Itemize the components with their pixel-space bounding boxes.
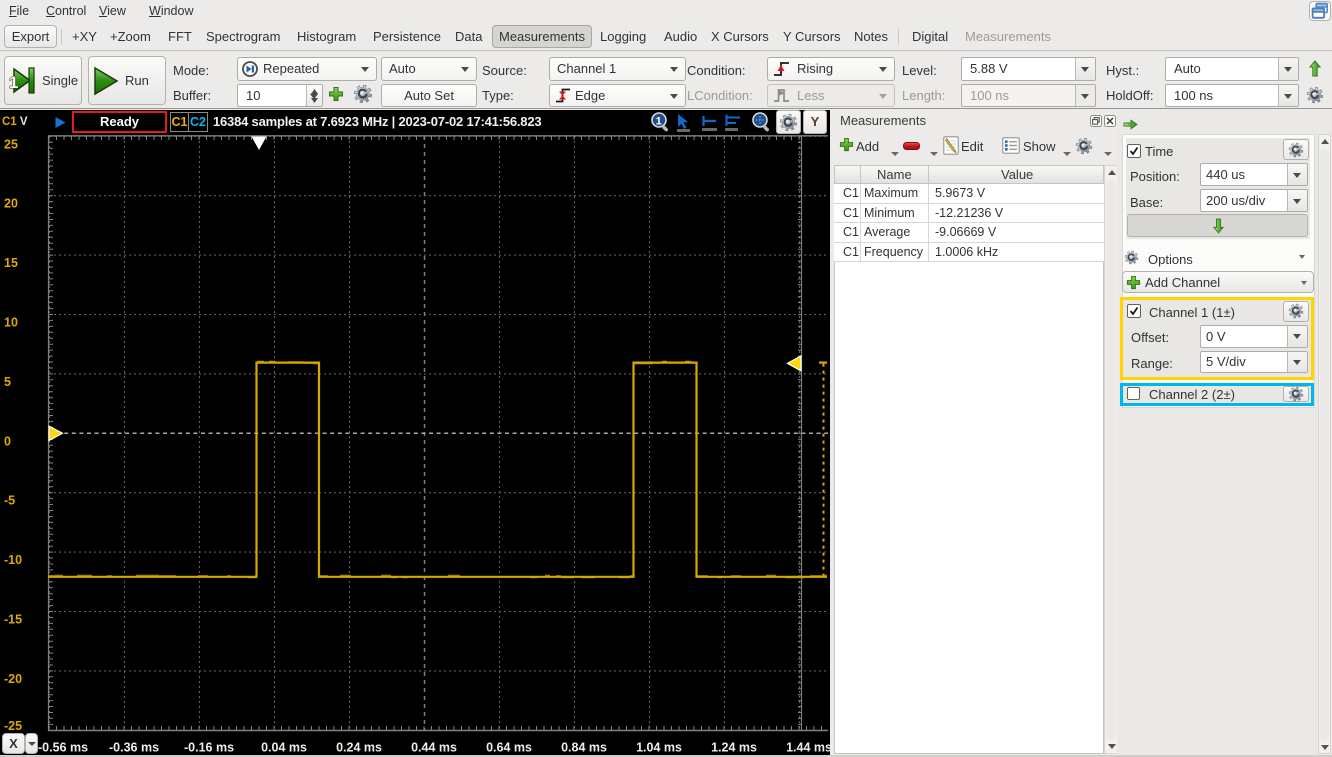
svg-text:-0.16 ms: -0.16 ms (184, 741, 234, 755)
svg-text:0.44 ms: 0.44 ms (411, 741, 457, 755)
svg-text:-20: -20 (4, 672, 22, 686)
svg-text:0.84 ms: 0.84 ms (561, 741, 607, 755)
svg-text:10: 10 (4, 316, 18, 330)
svg-text:1.24 ms: 1.24 ms (711, 741, 757, 755)
svg-text:20: 20 (4, 197, 18, 211)
svg-text:-15: -15 (4, 613, 22, 627)
svg-text:1.44 ms: 1.44 ms (786, 741, 830, 755)
svg-text:0.64 ms: 0.64 ms (486, 741, 532, 755)
svg-text:1.04 ms: 1.04 ms (636, 741, 682, 755)
svg-text:1: 1 (656, 116, 662, 128)
svg-text:-0.36 ms: -0.36 ms (109, 741, 159, 755)
svg-text:-10: -10 (4, 553, 22, 567)
svg-text:5: 5 (4, 375, 11, 389)
svg-text:0.04 ms: 0.04 ms (261, 741, 307, 755)
svg-text:-0.56 ms: -0.56 ms (38, 741, 88, 755)
svg-text:15: 15 (4, 256, 18, 270)
svg-text:0.24 ms: 0.24 ms (336, 741, 382, 755)
svg-text:0: 0 (4, 434, 11, 448)
svg-text:-25: -25 (4, 719, 22, 733)
svg-text:25: 25 (4, 137, 18, 151)
svg-text:-5: -5 (4, 494, 15, 508)
svg-text:1: 1 (9, 73, 18, 92)
